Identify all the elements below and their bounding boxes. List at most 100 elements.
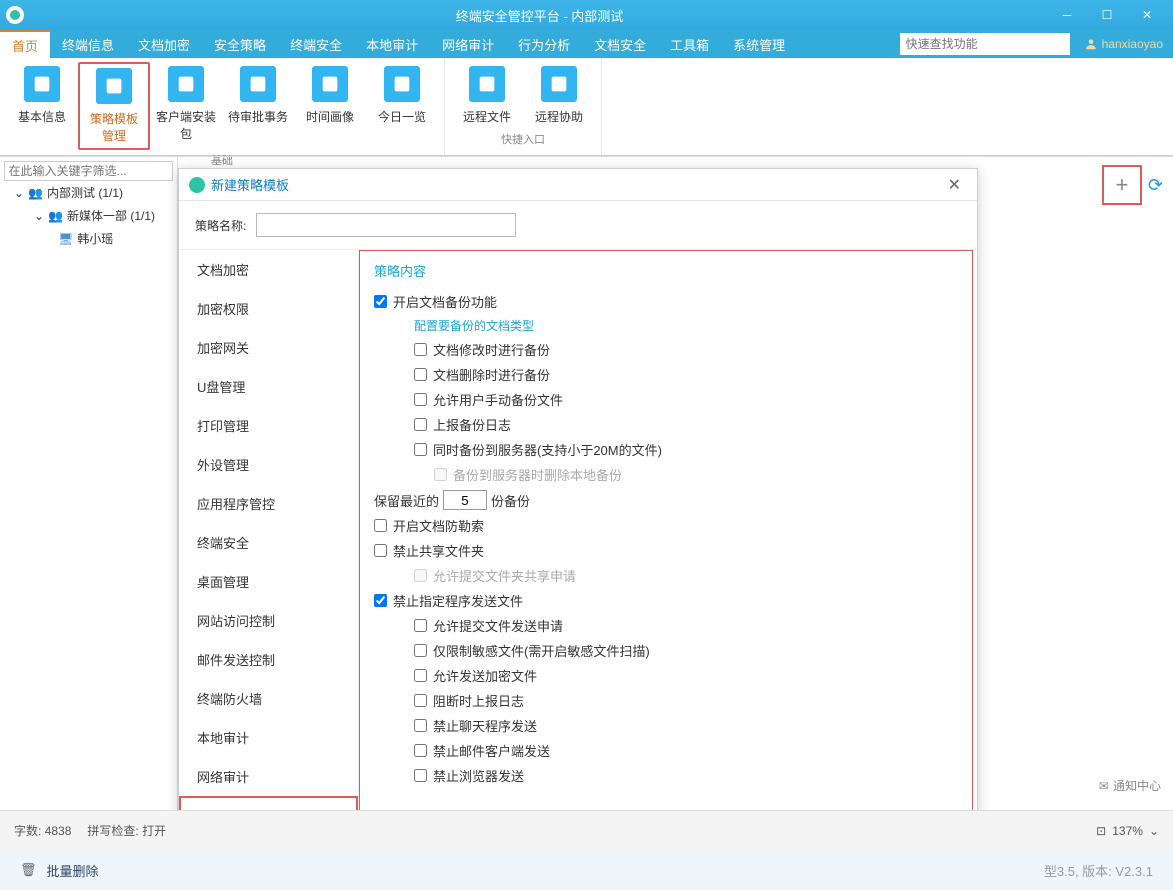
- chk-anti-ransom[interactable]: 开启文档防勒索: [374, 516, 958, 535]
- zoom-fit-icon[interactable]: ⊡: [1096, 824, 1106, 838]
- dialog-close-button[interactable]: ✕: [942, 175, 967, 195]
- ribbon-label: 今日一览: [378, 108, 426, 125]
- retain-prefix: 保留最近的: [374, 491, 439, 510]
- menu-tab-4[interactable]: 终端安全: [278, 30, 354, 58]
- retain-row: 保留最近的 份备份: [374, 490, 958, 510]
- tree-panel: ⌄👥内部测试 (1/1) ⌄👥新媒体一部 (1/1) 🖥韩小瑶 就绪: [0, 157, 178, 890]
- link-config-types[interactable]: 配置要备份的文档类型: [414, 317, 958, 334]
- ribbon-label: 待审批事务: [228, 108, 288, 125]
- ribbon-group-label: 快捷入口: [501, 131, 545, 147]
- version-label: 型3.5, 版本: V2.3.1: [1044, 861, 1153, 880]
- chk-deny-chat[interactable]: 禁止聊天程序发送: [414, 716, 958, 735]
- chk-backup-on-modify[interactable]: 文档修改时进行备份: [414, 340, 958, 359]
- window-title: 终端安全管控平台 - 内部测试: [32, 6, 1047, 25]
- tree-dept-label: 新媒体一部 (1/1): [67, 207, 155, 224]
- new-policy-dialog: 新建策略模板 ✕ 策略名称: 文档加密加密权限加密网关U盘管理打印管理外设管理应…: [178, 168, 978, 868]
- chk-allow-send-req[interactable]: 允许提交文件发送申请: [414, 616, 958, 635]
- package-icon: [168, 66, 204, 102]
- spellcheck-label: 拼写检查: 打开: [87, 822, 166, 839]
- word-count-label: 字数: 4838: [14, 822, 71, 839]
- dialog-body: 文档加密加密权限加密网关U盘管理打印管理外设管理应用程序管控终端安全桌面管理网站…: [179, 249, 977, 827]
- menu-tab-8[interactable]: 文档安全: [582, 30, 658, 58]
- info-icon: [24, 66, 60, 102]
- tree-root-label: 内部测试 (1/1): [47, 184, 123, 201]
- user-name: hanxiaoyao: [1102, 37, 1163, 51]
- clock-icon: [312, 66, 348, 102]
- notification-center[interactable]: ✉通知中心: [1099, 777, 1161, 794]
- search-input[interactable]: [900, 33, 1070, 55]
- category-item-7[interactable]: 终端安全: [179, 523, 358, 562]
- retain-count-input[interactable]: [443, 490, 487, 510]
- menu-tab-0[interactable]: 首页: [0, 30, 50, 58]
- menu-tab-6[interactable]: 网络审计: [430, 30, 506, 58]
- trash-icon[interactable]: 🗑: [20, 862, 37, 878]
- category-item-4[interactable]: 打印管理: [179, 406, 358, 445]
- ribbon-label: 时间画像: [306, 108, 354, 125]
- category-item-9[interactable]: 网站访问控制: [179, 601, 358, 640]
- minimize-button[interactable]: ─: [1047, 0, 1087, 30]
- chk-report-log[interactable]: 上报备份日志: [414, 415, 958, 434]
- chk-enable-backup[interactable]: 开启文档备份功能: [374, 292, 958, 311]
- ribbon-item-approve[interactable]: 待审批事务: [222, 62, 294, 150]
- tree-leaf-label: 韩小瑶: [77, 230, 113, 247]
- chk-allow-manual[interactable]: 允许用户手动备份文件: [414, 390, 958, 409]
- title-bar: 终端安全管控平台 - 内部测试 ─ ☐ ✕: [0, 0, 1173, 30]
- refresh-icon[interactable]: ⟳: [1148, 175, 1163, 196]
- chk-only-sensitive[interactable]: 仅限制敏感文件(需开启敏感文件扫描): [414, 641, 958, 660]
- ribbon-item-template[interactable]: 策略模板管理: [78, 62, 150, 150]
- ribbon-item-remote-file[interactable]: 远程文件: [451, 62, 523, 129]
- zoom-down-icon[interactable]: ⌄: [1149, 824, 1159, 838]
- menu-tab-10[interactable]: 系统管理: [721, 30, 797, 58]
- user-icon: [1084, 37, 1098, 51]
- tree-node-dept[interactable]: ⌄👥新媒体一部 (1/1): [0, 204, 177, 227]
- menu-tab-5[interactable]: 本地审计: [354, 30, 430, 58]
- chk-allow-enc-send[interactable]: 允许发送加密文件: [414, 666, 958, 685]
- category-item-2[interactable]: 加密网关: [179, 328, 358, 367]
- category-item-13[interactable]: 网络审计: [179, 757, 358, 796]
- ribbon-label: 远程文件: [463, 108, 511, 125]
- policy-name-input[interactable]: [256, 213, 516, 237]
- tree-search-input[interactable]: [4, 161, 174, 181]
- retain-suffix: 份备份: [491, 491, 530, 510]
- category-item-0[interactable]: 文档加密: [179, 250, 358, 289]
- dialog-icon: [189, 177, 205, 193]
- category-item-8[interactable]: 桌面管理: [179, 562, 358, 601]
- ribbon-item-clock[interactable]: 时间画像: [294, 62, 366, 150]
- ribbon-item-today[interactable]: 今日一览: [366, 62, 438, 150]
- app-icon: [6, 6, 24, 24]
- category-item-6[interactable]: 应用程序管控: [179, 484, 358, 523]
- tree-leaf-user[interactable]: 🖥韩小瑶: [0, 227, 177, 250]
- chk-deny-share[interactable]: 禁止共享文件夹: [374, 541, 958, 560]
- category-item-11[interactable]: 终端防火墙: [179, 679, 358, 718]
- add-button[interactable]: +: [1102, 165, 1142, 205]
- ribbon-item-info[interactable]: 基本信息: [6, 62, 78, 150]
- ribbon-label: 策略模板管理: [86, 110, 142, 144]
- chk-also-server[interactable]: 同时备份到服务器(支持小于20M的文件): [414, 440, 958, 459]
- menu-tab-9[interactable]: 工具箱: [658, 30, 721, 58]
- chk-deny-browser[interactable]: 禁止浏览器发送: [414, 766, 958, 785]
- tree-root[interactable]: ⌄👥内部测试 (1/1): [0, 181, 177, 204]
- category-item-1[interactable]: 加密权限: [179, 289, 358, 328]
- chk-deny-mail[interactable]: 禁止邮件客户端发送: [414, 741, 958, 760]
- category-item-3[interactable]: U盘管理: [179, 367, 358, 406]
- category-item-5[interactable]: 外设管理: [179, 445, 358, 484]
- chk-deny-prog-send[interactable]: 禁止指定程序发送文件: [374, 591, 958, 610]
- ribbon-item-package[interactable]: 客户端安装包: [150, 62, 222, 150]
- zoom-control[interactable]: ⊡ 137% ⌄: [1096, 824, 1159, 838]
- dialog-title-bar: 新建策略模板 ✕: [179, 169, 977, 201]
- ribbon-item-remote-help[interactable]: 远程协助: [523, 62, 595, 129]
- category-item-12[interactable]: 本地审计: [179, 718, 358, 757]
- category-item-10[interactable]: 邮件发送控制: [179, 640, 358, 679]
- chk-backup-on-delete[interactable]: 文档删除时进行备份: [414, 365, 958, 384]
- remote-file-icon: [469, 66, 505, 102]
- chk-block-log[interactable]: 阻断时上报日志: [414, 691, 958, 710]
- ribbon-group: 基本信息策略模板管理客户端安装包待审批事务时间画像今日一览基础: [0, 58, 445, 155]
- menu-tab-7[interactable]: 行为分析: [506, 30, 582, 58]
- menu-tab-3[interactable]: 安全策略: [202, 30, 278, 58]
- menu-tab-2[interactable]: 文档加密: [126, 30, 202, 58]
- user-menu[interactable]: hanxiaoyao: [1074, 30, 1173, 58]
- close-button[interactable]: ✕: [1127, 0, 1167, 30]
- bulk-delete-button[interactable]: 批量删除: [47, 861, 99, 880]
- menu-tab-1[interactable]: 终端信息: [50, 30, 126, 58]
- maximize-button[interactable]: ☐: [1087, 0, 1127, 30]
